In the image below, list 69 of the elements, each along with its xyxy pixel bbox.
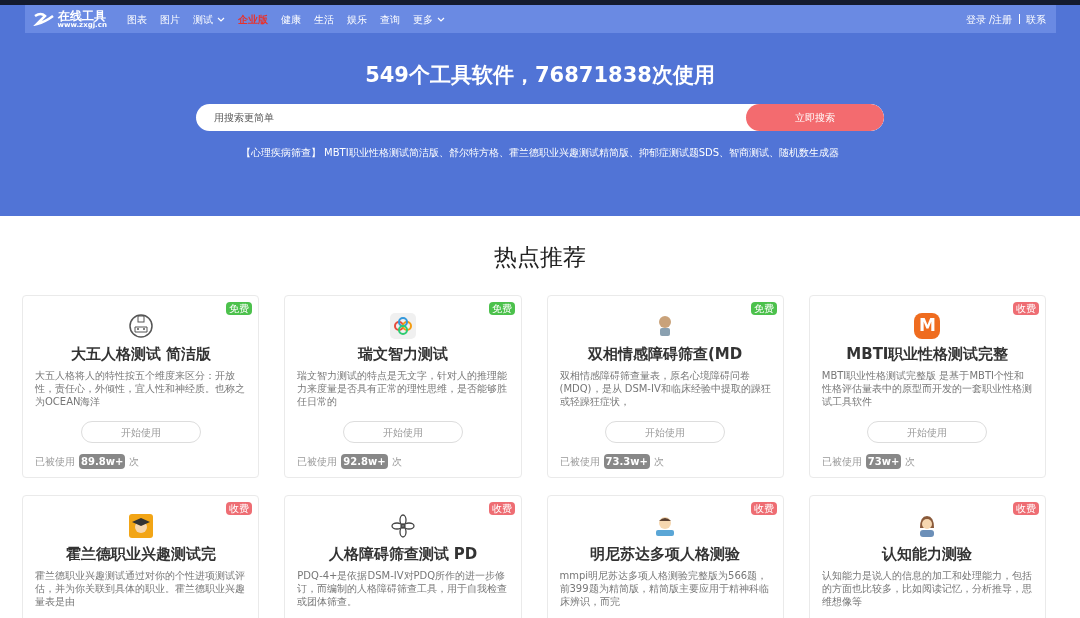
price-badge: 收费 — [1013, 302, 1039, 315]
tool-card[interactable]: 收费 人格障碍筛查测试 PD PDQ-4+是依据DSM-IV对PDQ所作的进一步修订，而编制的人格障碍筛查工具，用于自我检查或团体筛查。 — [284, 495, 522, 618]
contact-link[interactable]: 联系 — [1025, 11, 1046, 27]
caret-icon — [436, 16, 445, 22]
hero-title: 549个工具软件，76871838次使用 — [365, 62, 715, 89]
card-title: 霍兰德职业兴趣测试完 — [64, 544, 217, 564]
nav-link[interactable]: 测试 — [192, 11, 225, 27]
card-description: mmpi明尼苏达多项人格测验完整版为566题，前399题为精简版，精简版主要应用于精神科临床辨识，而完 — [559, 569, 770, 609]
section-title: 热点推荐 — [493, 243, 587, 272]
usage-count: 73w+ — [865, 454, 902, 469]
card-title: 明尼苏达多项人格测验 — [589, 544, 742, 564]
usage-label: 已被使用 — [821, 455, 862, 469]
tool-card[interactable]: 免费 双相情感障碍筛查(MD 双相情感障碍筛查量表，原名心境障碍问卷(MDQ)，是从 DSM-IV和临床经验中提取的躁狂或轻躁狂症状， 开始使用 已被使用 73.3w+ 次 — [546, 295, 784, 478]
nav-link[interactable]: 更多 — [412, 11, 445, 27]
price-badge: 免费 — [488, 302, 515, 315]
search-button[interactable]: 立即搜索 — [746, 104, 884, 131]
tool-card[interactable]: 免费 瑞文智力测试 瑞文智力测试的特点是无文字，针对人的推理能力来度量是否具有正常的理性思维，是否能够胜任日常的 开始使用 已被使用 92.8w+ 次 — [284, 295, 522, 478]
tool-card[interactable]: 收费 认知能力测验 认知能力是说人的信息的加工和处理能力，包括的方面也比较多，比如阅读记忆，分析推导，思维想像等 — [808, 495, 1046, 618]
card-description: 双相情感障碍筛查量表，原名心境障碍问卷(MDQ)，是从 DSM-IV和临床经验中提取的躁狂或轻躁狂症状， — [559, 369, 771, 409]
usage-label: 已被使用 — [297, 455, 338, 469]
card-title: 认知能力测验 — [880, 544, 974, 564]
card-title: 瑞文智力测试 — [356, 344, 449, 364]
tool-card[interactable]: 收费 M MBTI职业性格测试完整 MBTI职业性格测试完整版 是基于MBTI个性和性格评估量表中的原型而开发的一套职业性格测试工具软件 开始使用 已被使用 73w+ 次 — [808, 295, 1046, 478]
price-badge: 收费 — [488, 502, 515, 515]
card-description: MBTI职业性格测试完整版 是基于MBTI个性和性格评估量表中的原型而开发的一套职业性格测试工具软件 — [821, 369, 1033, 409]
tool-card[interactable]: 收费 霍兰德职业兴趣测试完 霍兰德职业兴趣测试通过对你的个性进项测试评估，并为你关联到具体的职业。霍兰德职业兴趣量表是由 — [22, 495, 260, 618]
tool-card[interactable]: 收费 明尼苏达多项人格测验 mmpi明尼苏达多项人格测验完整版为566题，前399题为精简版，精简版主要应用于精神科临床辨识，而完 — [546, 495, 784, 618]
caret-icon — [216, 16, 225, 22]
usage-count: 73.3w+ — [603, 454, 650, 469]
tool-card[interactable]: 免费 大五人格测试 简洁版 大五人格将人的特性按五个维度来区分：开放性，责任心，外倾性，宜人性和神经质。也称之为OCEAN海洋 开始使用 已被使用 89.8w+ 次 — [22, 295, 260, 478]
card-title: 人格障碍筛查测试 PD — [327, 544, 479, 564]
card-description: PDQ-4+是依据DSM-IV对PDQ所作的进一步修订，而编制的人格障碍筛查工具，用于自我检查或团体筛查。 — [297, 569, 509, 609]
flower-icon — [390, 514, 415, 538]
letter-m-logo: M — [914, 313, 941, 339]
card-description: 认知能力是说人的信息的加工和处理能力，包括的方面也比较多，比如阅读记忆，分析推导，思维想像等 — [821, 569, 1033, 609]
logo-icon — [32, 12, 55, 26]
price-badge: 免费 — [226, 302, 253, 315]
card-description: 大五人格将人的特性按五个维度来区分：开放性，责任心，外倾性，宜人性和神经质。也称之为OCEAN海洋 — [35, 369, 246, 409]
nav-link[interactable]: 查询 — [379, 11, 400, 27]
nav-link[interactable]: 生活 — [313, 11, 334, 27]
card-title: 双相情感障碍筛查(MD — [586, 344, 744, 364]
price-badge: 收费 — [1013, 502, 1039, 515]
nav-link[interactable]: 图片 — [159, 11, 180, 27]
usage-unit: 次 — [129, 455, 140, 469]
card-description: 霍兰德职业兴趣测试通过对你的个性进项测试评估，并为你关联到具体的职业。霍兰德职业兴趣量表是由 — [35, 569, 246, 609]
usage-unit: 次 — [905, 455, 916, 469]
nav-link[interactable]: 娱乐 — [346, 11, 367, 27]
knot-icon — [389, 313, 416, 339]
usage-count: 89.8w+ — [79, 454, 126, 469]
nav-link[interactable]: 健康 — [280, 11, 301, 27]
card-title: MBTI职业性格测试完整 — [845, 344, 1010, 364]
search-input[interactable]: 用搜索更简单 — [196, 110, 746, 125]
logo-name: 在线工具 — [57, 9, 106, 22]
usage-count: 92.8w+ — [341, 454, 388, 469]
usage-unit: 次 — [653, 455, 664, 469]
login-link[interactable]: 登录 /注册 — [965, 11, 1013, 27]
usage-unit: 次 — [391, 455, 402, 469]
price-badge: 收费 — [226, 502, 253, 515]
robot-icon — [126, 312, 155, 340]
graduate-icon — [128, 514, 153, 538]
card-description: 瑞文智力测试的特点是无文字，针对人的推理能力来度量是否具有正常的理性思维，是否能够胜任日常的 — [297, 369, 509, 409]
nav-link[interactable]: 图表 — [126, 11, 147, 27]
hot-tags: 【心理疾病筛查】 MBTI职业性格测试简洁版、舒尔特方格、霍兰德职业兴趣测试精简版、抑郁症测试题SDS、智商测试、随机数生成器 — [240, 145, 840, 160]
usage-label: 已被使用 — [35, 455, 75, 469]
search-field[interactable]: 用搜索更简单 立即搜索 — [196, 104, 884, 131]
price-badge: 免费 — [750, 302, 777, 315]
card-title: 大五人格测试 简洁版 — [69, 344, 212, 364]
usage-label: 已被使用 — [559, 455, 600, 469]
price-badge: 收费 — [750, 502, 777, 515]
